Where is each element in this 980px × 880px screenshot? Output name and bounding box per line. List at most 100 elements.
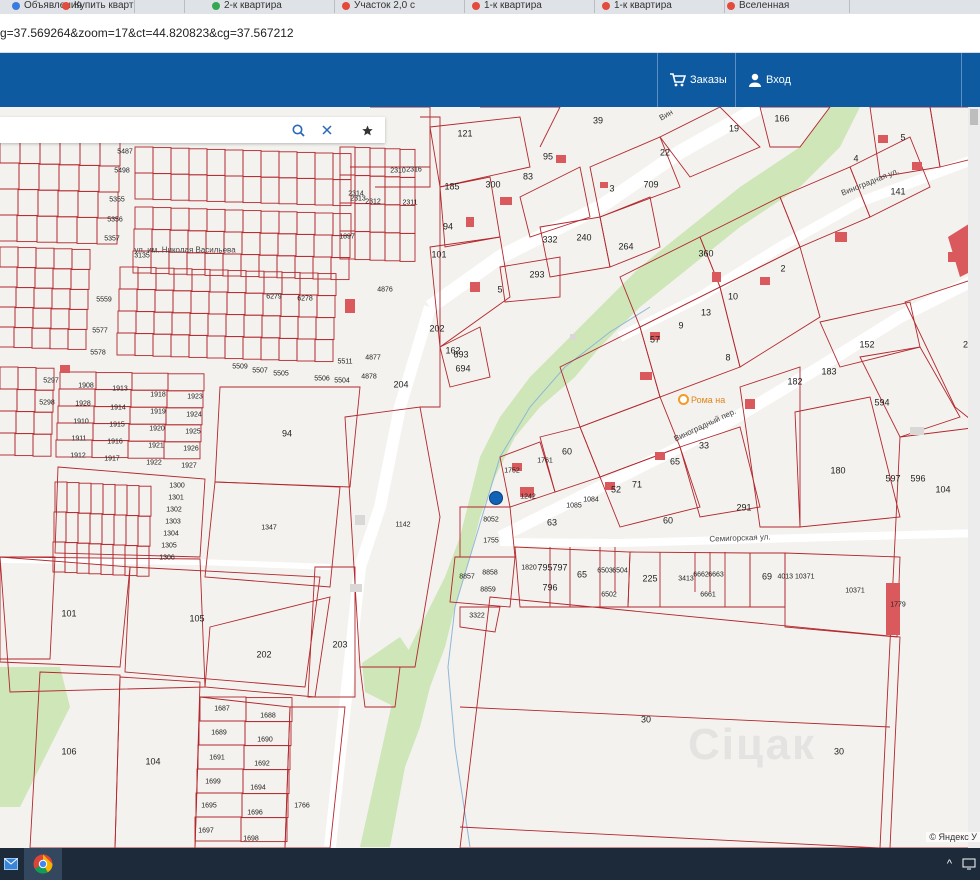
parcel-label[interactable]: 6661 <box>700 591 716 600</box>
parcel-label[interactable]: 4 <box>853 154 858 164</box>
parcel-label[interactable]: 1695 <box>201 802 217 811</box>
parcel-label[interactable]: 596 <box>910 474 925 484</box>
parcel-label[interactable]: 30 <box>834 747 844 757</box>
parcel-label[interactable]: 332 <box>542 235 557 245</box>
parcel-label[interactable]: 8052 <box>483 516 499 525</box>
parcel-label[interactable]: 1697 <box>198 827 214 836</box>
parcel-label[interactable]: 185 <box>444 182 459 192</box>
parcel-label[interactable]: 202 <box>429 324 444 334</box>
parcel-label[interactable]: 795 <box>537 563 552 573</box>
parcel-label[interactable]: 1916 <box>107 438 123 447</box>
parcel-label[interactable]: 1917 <box>104 455 120 464</box>
map-scrollbar[interactable] <box>968 107 980 848</box>
parcel-label[interactable]: 1761 <box>537 457 553 466</box>
parcel-label[interactable]: 4876 <box>377 286 393 295</box>
parcel-label[interactable]: 1779 <box>890 601 906 610</box>
parcel-label[interactable]: 1755 <box>483 537 499 546</box>
parcel-label[interactable]: 2 <box>780 264 785 274</box>
parcel-label[interactable]: 5511 <box>337 358 352 367</box>
parcel-label[interactable]: 1242 <box>520 493 536 502</box>
parcel-label[interactable]: 83 <box>523 172 533 182</box>
parcel-label[interactable]: 101 <box>61 609 76 619</box>
parcel-label[interactable]: 57 <box>650 335 660 345</box>
parcel-label[interactable]: 1912 <box>70 452 86 461</box>
parcel-label[interactable]: 180 <box>830 466 845 476</box>
parcel-label[interactable]: 5577 <box>92 327 108 336</box>
parcel-label[interactable]: 5357 <box>104 235 120 244</box>
parcel-label[interactable]: 1908 <box>78 382 94 391</box>
cadastral-map[interactable]: 121 95 83 300 185 94 101 332 240 264 293 5 3 709 22 39 1… <box>0 107 980 848</box>
parcel-label[interactable]: 6278 <box>297 295 313 304</box>
parcel-label[interactable]: 1306 <box>159 554 175 563</box>
parcel-label[interactable]: 4877 <box>365 354 381 363</box>
parcel-label[interactable]: 796 <box>542 583 557 593</box>
parcel-label[interactable]: 709 <box>643 180 658 190</box>
browser-tab[interactable]: 1-к квартира <box>600 0 725 13</box>
parcel-label[interactable]: 1897 <box>339 233 355 242</box>
parcel-label[interactable]: 6504 <box>612 567 628 576</box>
parcel-label[interactable]: 1347 <box>261 524 277 533</box>
parcel-label[interactable]: 105 <box>189 614 204 624</box>
parcel-label[interactable]: 5507 <box>252 367 268 376</box>
parcel-label[interactable]: 9 <box>678 321 683 331</box>
parcel-label[interactable]: 104 <box>145 757 160 767</box>
parcel-label[interactable]: 1918 <box>150 391 166 400</box>
parcel-label[interactable]: 1694 <box>250 784 266 793</box>
parcel-label[interactable]: 5356 <box>107 216 123 225</box>
parcel-label[interactable]: 1688 <box>260 712 276 721</box>
parcel-label[interactable]: 5 <box>900 133 905 143</box>
parcel-label[interactable]: 597 <box>885 474 900 484</box>
parcel-label[interactable]: 1927 <box>181 462 197 471</box>
parcel-label[interactable]: 1928 <box>75 400 91 409</box>
parcel-label[interactable]: 2310 <box>390 167 406 176</box>
parcel-label[interactable]: 6663 <box>708 571 724 580</box>
parcel-label[interactable]: 203 <box>332 640 347 650</box>
parcel-label[interactable]: 13 <box>701 308 711 318</box>
parcel-label[interactable]: 5506 <box>314 375 330 384</box>
parcel-label[interactable]: 1926 <box>183 445 199 454</box>
parcel-label[interactable]: 5355 <box>109 196 125 205</box>
parcel-label[interactable]: 6279 <box>266 293 282 302</box>
parcel-label[interactable]: 2313 <box>350 195 366 204</box>
parcel-label[interactable]: 63 <box>547 518 557 528</box>
parcel-label[interactable]: 204 <box>393 380 408 390</box>
login-button[interactable]: Вход <box>735 53 808 107</box>
parcel-label[interactable]: 2316 <box>406 166 422 175</box>
parcel-label[interactable]: 141 <box>890 187 905 197</box>
parcel-label[interactable]: 6502 <box>601 591 617 600</box>
parcel-label[interactable]: 8 <box>725 353 730 363</box>
url-text[interactable]: g=37.569264&zoom=17&ct=44.820823&cg=37.5… <box>0 26 294 40</box>
parcel-label[interactable]: 69 <box>762 572 772 582</box>
parcel-label[interactable]: 60 <box>663 516 673 526</box>
parcel-label[interactable]: 166 <box>774 114 789 124</box>
parcel-label[interactable]: 65 <box>577 570 587 580</box>
parcel-label[interactable]: 1820 <box>521 564 537 573</box>
parcel-label[interactable]: 5487 <box>117 148 133 157</box>
parcel-label[interactable]: 240 <box>576 233 591 243</box>
parcel-label[interactable]: 4878 <box>361 373 377 382</box>
parcel-label[interactable]: 104 <box>935 485 950 495</box>
parcel-label[interactable]: 101 <box>431 250 446 260</box>
parcel-label[interactable]: 291 <box>736 503 751 513</box>
parcel-label[interactable]: 1698 <box>243 835 259 844</box>
parcel-label[interactable]: 5504 <box>334 377 350 386</box>
parcel-label[interactable]: 264 <box>618 242 633 252</box>
parcel-label[interactable]: 3 <box>609 184 614 194</box>
parcel-label[interactable]: 121 <box>457 129 472 139</box>
parcel-label[interactable]: 202 <box>256 650 271 660</box>
parcel-label[interactable]: 1084 <box>583 496 599 505</box>
poi-marker[interactable]: Рома на <box>678 394 725 405</box>
search-input[interactable] <box>6 120 280 140</box>
parcel-label[interactable]: 33 <box>699 441 709 451</box>
parcel-label[interactable]: 360 <box>698 249 713 259</box>
parcel-label[interactable]: 106 <box>61 747 76 757</box>
parcel-label[interactable]: 1085 <box>566 502 582 511</box>
parcel-label[interactable]: 1689 <box>211 729 227 738</box>
parcel-label[interactable]: 1142 <box>395 521 410 530</box>
parcel-label[interactable]: 5505 <box>273 370 289 379</box>
parcel-label[interactable]: 3413 <box>678 575 694 584</box>
parcel-label[interactable]: 5298 <box>39 399 55 408</box>
parcel-label[interactable]: 5509 <box>232 363 248 372</box>
parcel-label[interactable]: 1911 <box>71 435 86 444</box>
parcel-label[interactable]: 152 <box>859 340 874 350</box>
